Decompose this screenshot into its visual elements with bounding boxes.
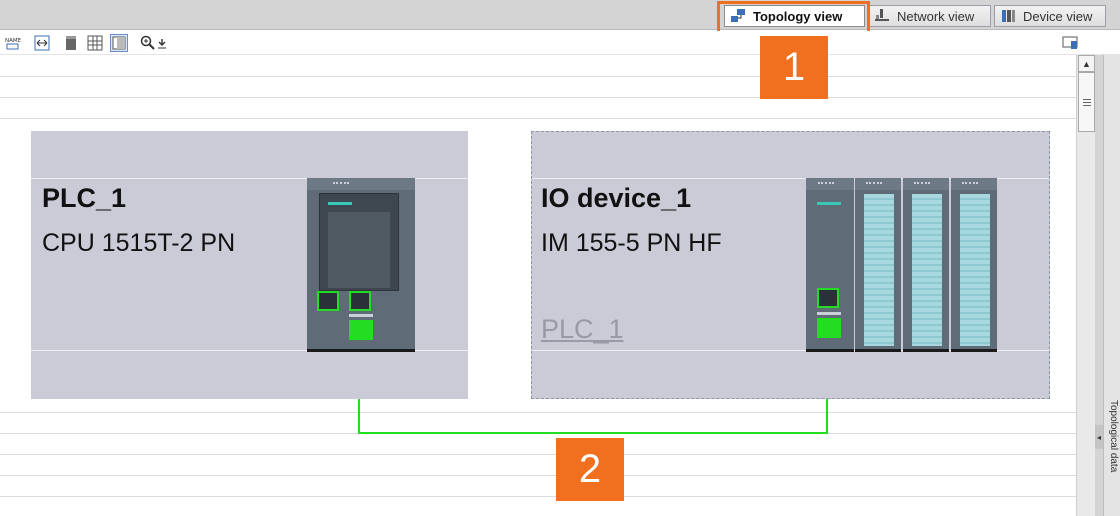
ethernet-port-2[interactable] <box>349 291 371 311</box>
device-plc[interactable]: PLC_1 CPU 1515T-2 PN <box>31 131 468 399</box>
ethernet-port-1[interactable] <box>317 291 339 311</box>
side-panel-label[interactable]: Topological data <box>1103 400 1119 500</box>
module-vents <box>333 182 349 185</box>
device-name[interactable]: PLC_1 <box>42 183 126 214</box>
io-module-1[interactable] <box>855 178 901 352</box>
vertical-scrollbar[interactable]: ▲ <box>1076 55 1095 516</box>
callout-marker: 2 <box>556 438 624 501</box>
device-io[interactable]: IO device_1 IM 155-5 PN HF PLC_1 <box>531 131 1050 399</box>
ethernet-port-3[interactable] <box>349 320 373 340</box>
device-type: CPU 1515T-2 PN <box>42 229 236 257</box>
topology-editor: Topology view Network view Device view N… <box>0 0 1120 516</box>
module-base <box>307 349 415 352</box>
interface-module[interactable] <box>806 178 854 352</box>
io-module-2[interactable] <box>903 178 949 352</box>
cpu-module[interactable] <box>307 178 415 352</box>
scroll-up-icon[interactable]: ▲ <box>1078 55 1095 72</box>
module-top <box>307 178 415 190</box>
ethernet-port-1[interactable] <box>817 288 839 308</box>
callout-marker: 1 <box>760 36 828 99</box>
device-type: IM 155-5 PN HF <box>541 229 722 257</box>
io-controller-link[interactable]: PLC_1 <box>541 314 624 345</box>
ethernet-port-2[interactable] <box>817 318 841 338</box>
cpu-display <box>319 193 399 291</box>
port-label <box>349 314 373 317</box>
collapse-arrow-icon[interactable]: ◂ <box>1095 425 1103 449</box>
io-module-3[interactable] <box>951 178 997 352</box>
device-name[interactable]: IO device_1 <box>541 183 691 214</box>
scroll-thumb[interactable] <box>1078 72 1095 132</box>
